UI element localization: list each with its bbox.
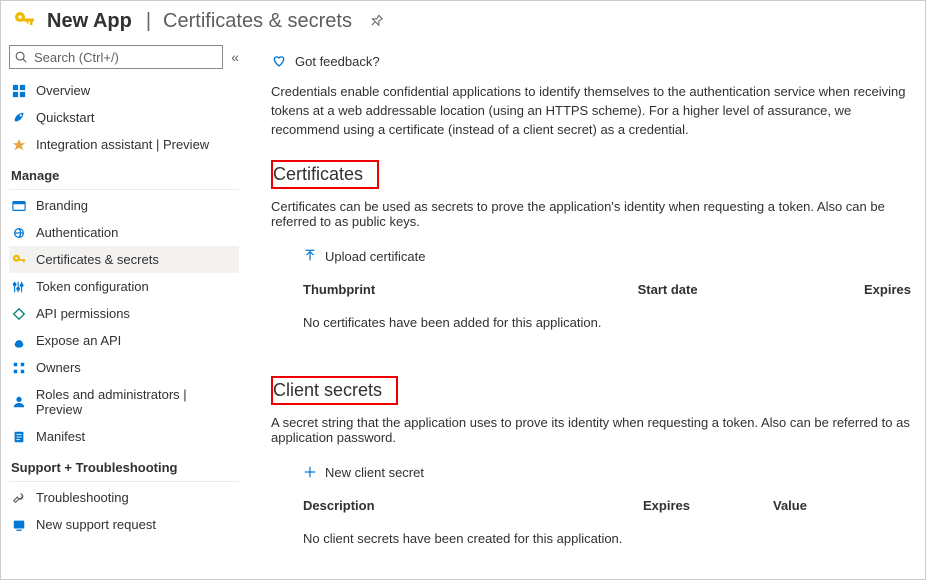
sidebar-item-expose-api[interactable]: Expose an API [9,327,239,354]
support-request-icon [11,518,27,532]
owners-icon [11,361,27,375]
sidebar-item-certificates-secrets[interactable]: Certificates & secrets [9,246,239,273]
sidebar-item-label: Roles and administrators | Preview [36,387,235,417]
sidebar-item-label: Expose an API [36,333,121,348]
sidebar-item-label: Manifest [36,429,85,444]
page-title: Certificates & secrets [163,10,352,33]
sidebar-item-authentication[interactable]: Authentication [9,219,239,246]
secrets-empty: No client secrets have been created for … [271,519,925,566]
sidebar-item-label: Quickstart [36,110,95,125]
sidebar-item-label: Integration assistant | Preview [36,137,209,152]
roles-icon [11,395,27,409]
secrets-table-header: Description Expires Value [271,492,925,519]
certificates-section: Certificates Certificates can be used as… [271,160,925,350]
quickstart-icon [11,111,27,125]
sidebar-item-label: New support request [36,517,156,532]
collapse-sidebar-button[interactable]: « [231,49,239,65]
sidebar: « Overview Quickstart Integration assis [1,41,247,579]
sidebar-group-manage: Manage [9,158,239,190]
search-input[interactable] [32,49,218,66]
certificates-table-header: Thumbprint Start date Expires [271,276,925,303]
sidebar-item-label: API permissions [36,306,130,321]
upload-certificate-label: Upload certificate [325,249,425,264]
body: « Overview Quickstart Integration assis [1,41,925,579]
sidebar-item-quickstart[interactable]: Quickstart [9,104,239,131]
feedback-label: Got feedback? [295,54,380,69]
certificates-icon [11,253,27,267]
manifest-icon [11,430,27,444]
sidebar-item-owners[interactable]: Owners [9,354,239,381]
intro-text: Credentials enable confidential applicat… [271,83,925,140]
search-box[interactable] [9,45,223,69]
col-thumbprint: Thumbprint [303,282,638,297]
search-icon [14,50,28,64]
certificates-subtext: Certificates can be used as secrets to p… [271,199,925,229]
sidebar-item-roles-administrators[interactable]: Roles and administrators | Preview [9,381,239,423]
sidebar-item-label: Token configuration [36,279,149,294]
overview-icon [11,84,27,98]
client-secrets-subtext: A secret string that the application use… [271,415,925,445]
token-icon [11,280,27,294]
app-root: New App | Certificates & secrets [0,0,926,580]
app-name: New App [47,10,132,33]
col-start-date: Start date [638,282,864,297]
sidebar-item-troubleshooting[interactable]: Troubleshooting [9,484,239,511]
sidebar-item-label: Troubleshooting [36,490,129,505]
sidebar-item-token-configuration[interactable]: Token configuration [9,273,239,300]
col-description: Description [303,498,643,513]
api-permissions-icon [11,307,27,321]
sidebar-item-label: Branding [36,198,88,213]
header-separator: | [142,10,153,33]
new-client-secret-button[interactable]: New client secret [299,459,432,486]
plus-icon [303,465,317,479]
new-client-secret-label: New client secret [325,465,424,480]
sidebar-item-new-support-request[interactable]: New support request [9,511,239,538]
feedback-link[interactable]: Got feedback? [271,47,925,83]
certificates-empty: No certificates have been added for this… [271,303,925,350]
sidebar-item-overview[interactable]: Overview [9,77,239,104]
sidebar-group-support: Support + Troubleshooting [9,450,239,482]
page-header: New App | Certificates & secrets [1,1,925,41]
authentication-icon [11,226,27,240]
sidebar-item-label: Authentication [36,225,118,240]
certificates-heading: Certificates [271,160,379,189]
col-expires: Expires [643,498,773,513]
client-secrets-heading: Client secrets [271,376,398,405]
sidebar-item-api-permissions[interactable]: API permissions [9,300,239,327]
main-content: Got feedback? Credentials enable confide… [247,41,925,579]
expose-api-icon [11,334,27,348]
upload-icon [303,249,317,263]
sidebar-item-label: Certificates & secrets [36,252,159,267]
search-row: « [9,45,239,69]
client-secrets-section: Client secrets A secret string that the … [271,376,925,566]
branding-icon [11,199,27,213]
key-icon [13,9,37,33]
sidebar-item-label: Overview [36,83,90,98]
heart-icon [271,53,287,69]
col-value: Value [773,498,917,513]
sidebar-item-integration-assistant[interactable]: Integration assistant | Preview [9,131,239,158]
pin-icon[interactable] [368,13,384,29]
sidebar-item-branding[interactable]: Branding [9,192,239,219]
sidebar-item-manifest[interactable]: Manifest [9,423,239,450]
sidebar-item-label: Owners [36,360,81,375]
upload-certificate-button[interactable]: Upload certificate [299,243,433,270]
integration-icon [11,138,27,152]
col-expires: Expires [864,282,917,297]
troubleshooting-icon [11,491,27,505]
